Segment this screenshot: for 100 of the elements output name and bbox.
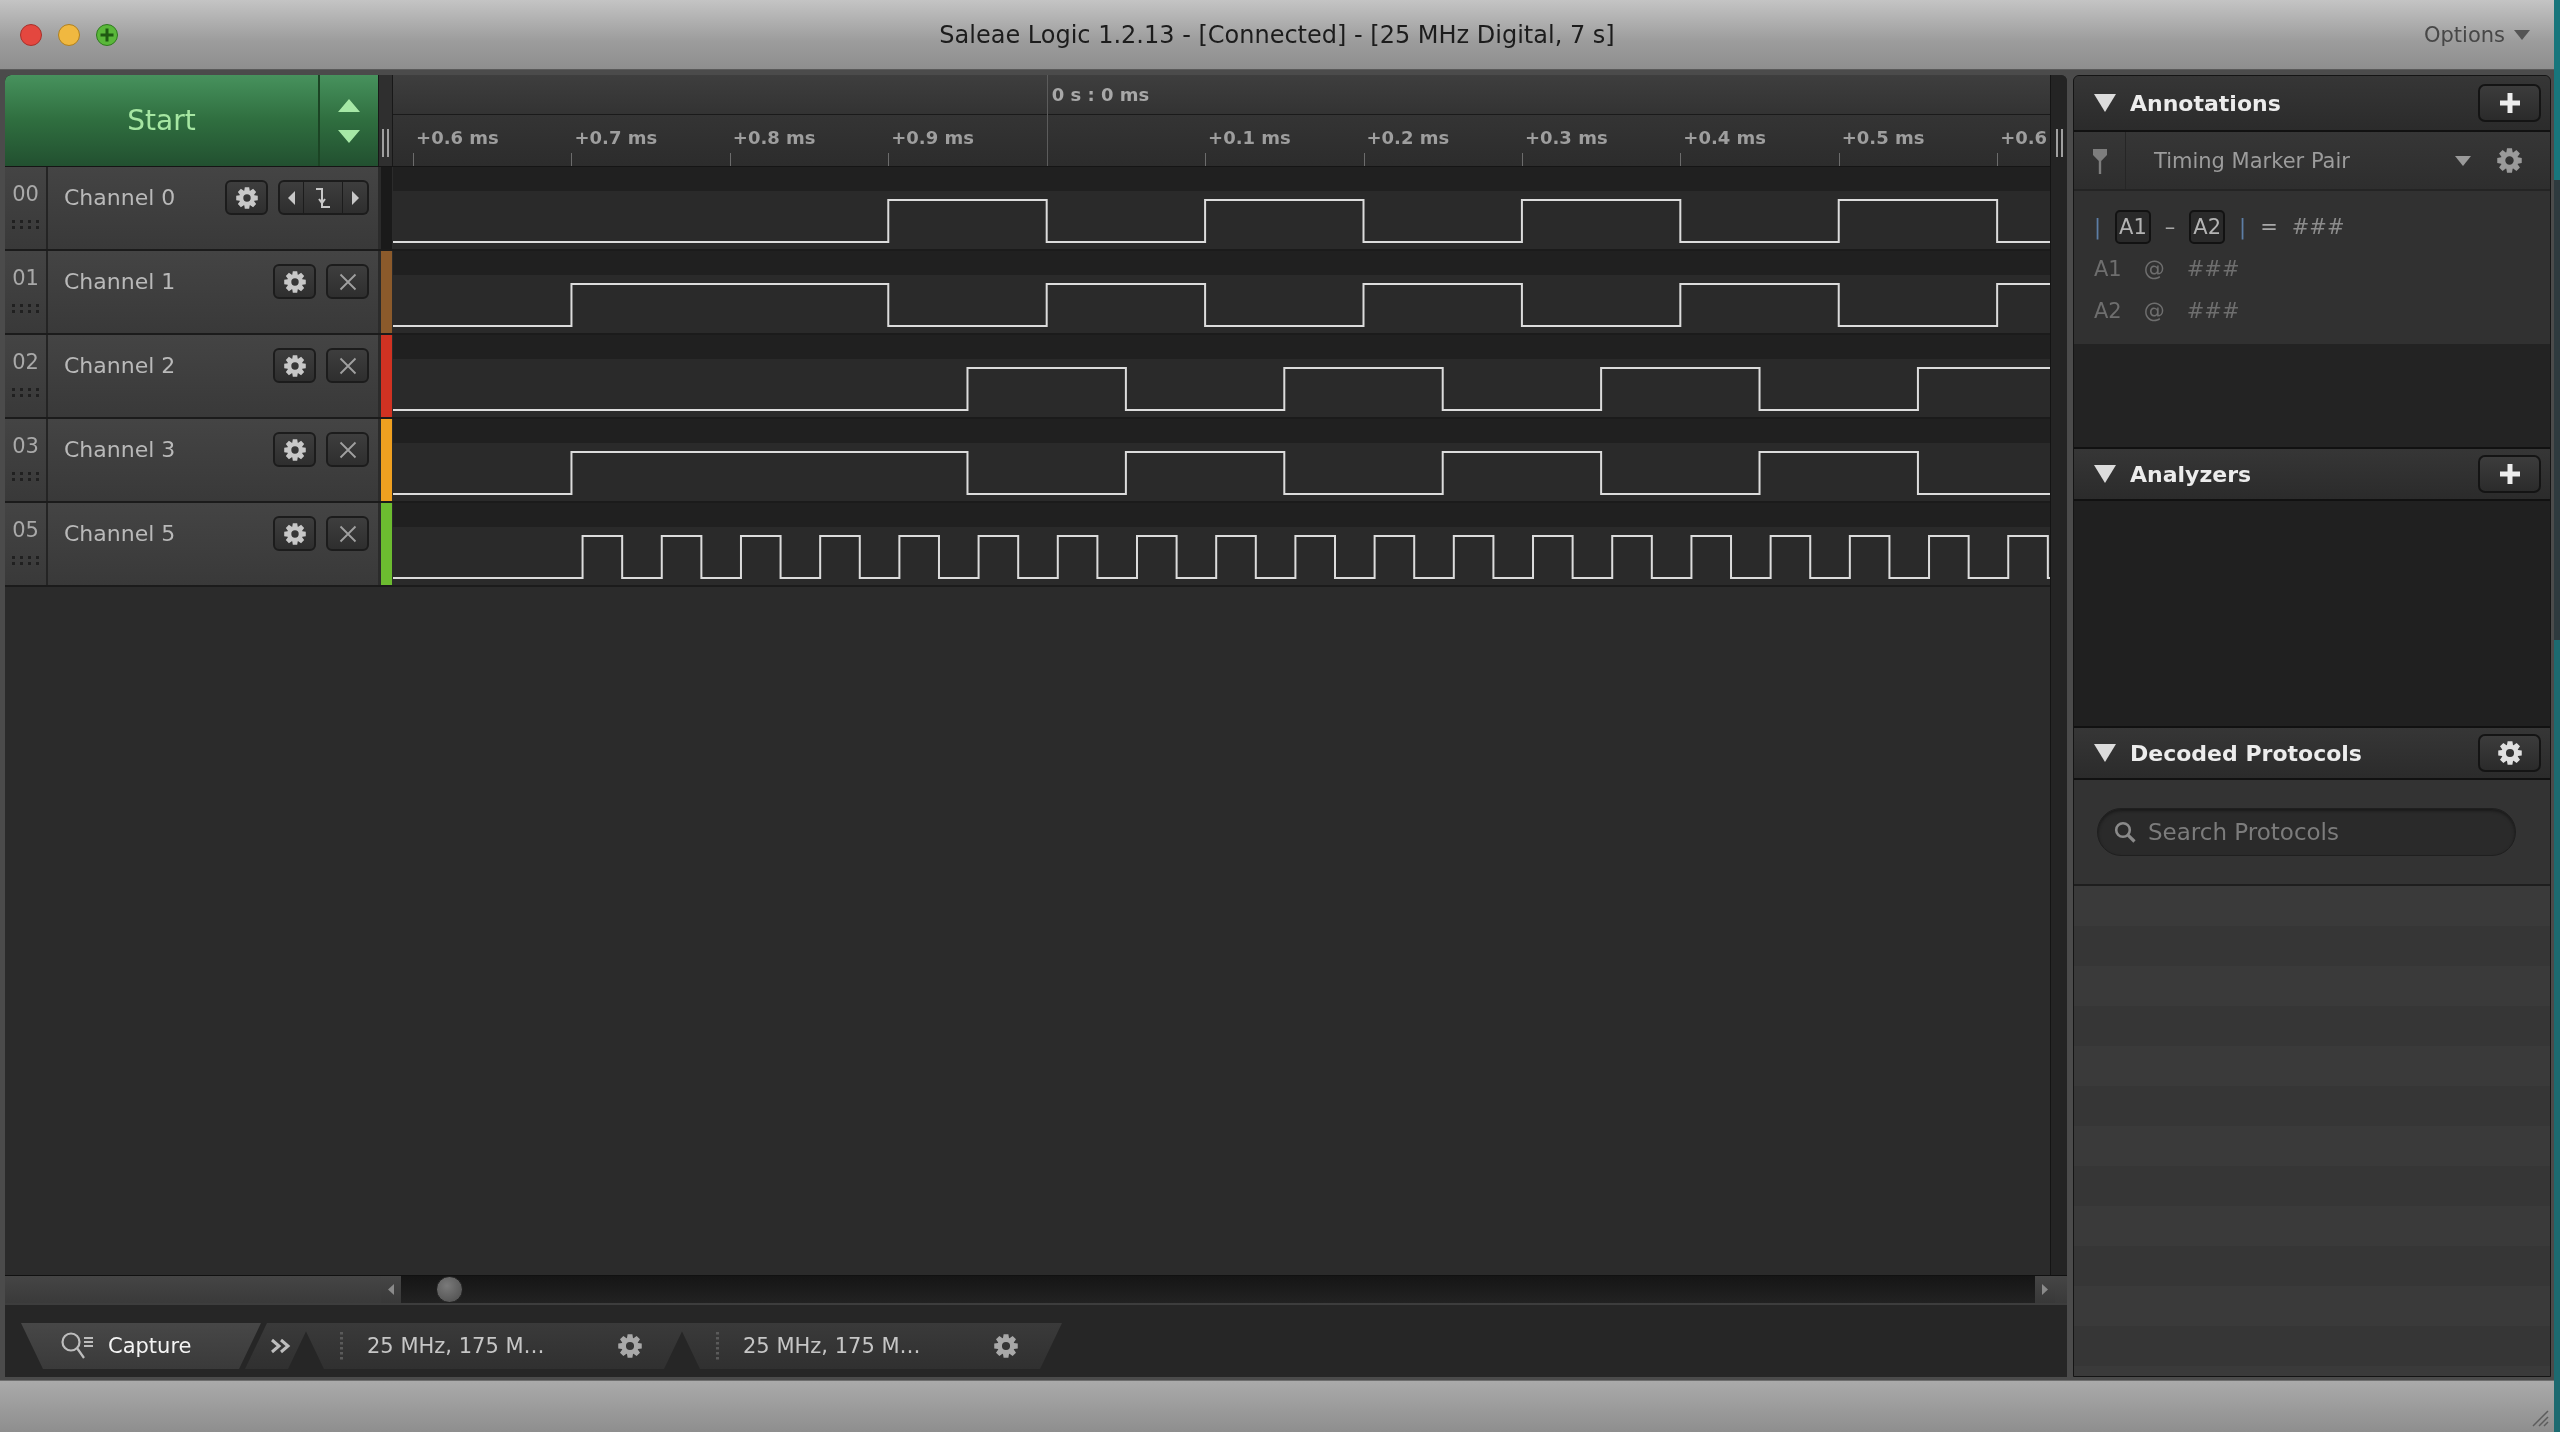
splitter-handle-icon[interactable] [382, 129, 389, 157]
next-edge-button[interactable] [343, 180, 369, 215]
gear-icon [2497, 741, 2522, 765]
tick-label: +0.1 ms [1208, 127, 1291, 149]
tick-mark [1997, 153, 1999, 166]
panel-title: Annotations [2130, 90, 2281, 116]
marker-time: ### [2186, 299, 2240, 323]
gear-icon[interactable] [994, 1334, 1018, 1358]
tick-label: +0.5 ms [1841, 127, 1925, 149]
remove-channel-button[interactable] [326, 264, 369, 299]
time-origin-label: 0 s : 0 ms [1051, 84, 1150, 106]
tick-mark [1838, 153, 1840, 166]
operator-symbol: – [2164, 215, 2176, 239]
caret-right-icon [351, 190, 359, 205]
scrollbar-thumb[interactable] [436, 1276, 463, 1303]
tick-mark [1521, 153, 1523, 166]
bar-symbol: | [2094, 215, 2102, 239]
close-icon [338, 356, 357, 375]
channel-name: Channel 3 [64, 436, 176, 464]
drag-handle-icon [716, 1332, 719, 1360]
channel-name: Channel 1 [64, 268, 176, 296]
tick-label: +0.9 ms [891, 127, 974, 149]
disclosure-triangle-icon[interactable] [2094, 465, 2116, 483]
search-field[interactable]: Search Protocols [2097, 808, 2516, 856]
start-button[interactable]: Start [5, 75, 320, 166]
grip-dots-icon[interactable] [12, 556, 39, 565]
up-down-arrows-icon [338, 98, 360, 143]
tick-label: +0.7 ms [574, 127, 658, 149]
add-button[interactable] [2478, 84, 2541, 122]
arrows-button[interactable] [320, 75, 378, 166]
search-list-icon [60, 1331, 94, 1361]
close-icon[interactable] [20, 23, 42, 46]
gear-icon [283, 354, 306, 377]
marker-tag: A2 [2189, 210, 2226, 244]
plus-icon [2499, 93, 2520, 113]
pin-icon [2091, 147, 2108, 174]
drag-handle-icon [340, 1332, 343, 1360]
caret-left-icon [288, 190, 295, 205]
grip-dots-icon[interactable] [12, 304, 39, 313]
channel-number: 05 [12, 518, 39, 542]
channel-name: Channel 5 [64, 520, 176, 548]
tick-mark [1680, 153, 1682, 166]
panel-title: Analyzers [2130, 461, 2252, 487]
options-menu[interactable]: Options [2419, 20, 2534, 49]
tick-label: +0.6 [2000, 127, 2048, 149]
channel-number: 00 [12, 182, 39, 206]
close-icon [338, 440, 357, 459]
double-chevron-right-icon [269, 1338, 292, 1354]
tick-mark [888, 153, 890, 166]
remove-channel-button[interactable] [326, 516, 369, 551]
grip-dots-icon[interactable] [12, 472, 39, 481]
panel-title: Decoded Protocols [2130, 740, 2362, 766]
tick-mark [413, 153, 415, 166]
marker-tag: A1 [2115, 210, 2151, 244]
caret-down-icon[interactable] [2455, 155, 2471, 166]
channel-settings-button[interactable] [273, 348, 316, 383]
caret-right-icon [2042, 1284, 2048, 1295]
channel-settings-button[interactable] [225, 180, 268, 215]
maximize-icon[interactable] [96, 23, 118, 46]
channel-name: Channel 0 [64, 184, 176, 212]
channel-settings-button[interactable] [273, 432, 316, 467]
disclosure-triangle-icon[interactable] [2094, 744, 2116, 762]
tick-mark [729, 153, 731, 166]
gear-icon [235, 186, 258, 209]
tick-mark [1205, 153, 1207, 166]
value-text: ### [2291, 215, 2345, 239]
grip-dots-icon[interactable] [12, 220, 39, 229]
remove-channel-button[interactable] [326, 348, 369, 383]
horizontal-scrollbar[interactable] [5, 1275, 2067, 1303]
add-button[interactable] [2478, 455, 2541, 493]
plus-icon [2499, 464, 2520, 484]
channel-settings-button[interactable] [273, 516, 316, 551]
close-icon [338, 272, 357, 291]
marker-name: A1 [2094, 257, 2122, 281]
caret-down-icon [2514, 29, 2530, 40]
gear-icon[interactable] [618, 1334, 642, 1358]
operator-symbol: = [2260, 215, 2278, 239]
grip-dots-icon[interactable] [12, 388, 39, 397]
channel-settings-button[interactable] [273, 264, 316, 299]
annotation-name: Timing Marker Pair [2154, 148, 2350, 173]
gear-icon [283, 522, 306, 545]
disclosure-triangle-icon[interactable] [2094, 94, 2116, 112]
previous-edge-button[interactable] [278, 180, 304, 215]
tick-mark [1363, 153, 1365, 166]
gear-icon[interactable] [2497, 148, 2522, 173]
trigger-button[interactable] [304, 180, 343, 215]
search-icon [2114, 821, 2136, 843]
capture-tab[interactable]: Capture [21, 1323, 261, 1369]
tick-mark [571, 153, 573, 166]
tick-label: +0.8 ms [732, 127, 816, 149]
tick-label: +0.3 ms [1524, 127, 1608, 149]
splitter-handle-icon[interactable] [2055, 129, 2063, 157]
bar-symbol: | [2239, 215, 2247, 239]
marker-time: ### [2186, 257, 2240, 281]
remove-channel-button[interactable] [326, 432, 369, 467]
settings-button[interactable] [2478, 734, 2541, 772]
marker-name: A2 [2094, 299, 2122, 323]
channel-number: 02 [12, 350, 39, 374]
gear-icon [283, 270, 306, 293]
channel-number: 03 [12, 434, 39, 458]
